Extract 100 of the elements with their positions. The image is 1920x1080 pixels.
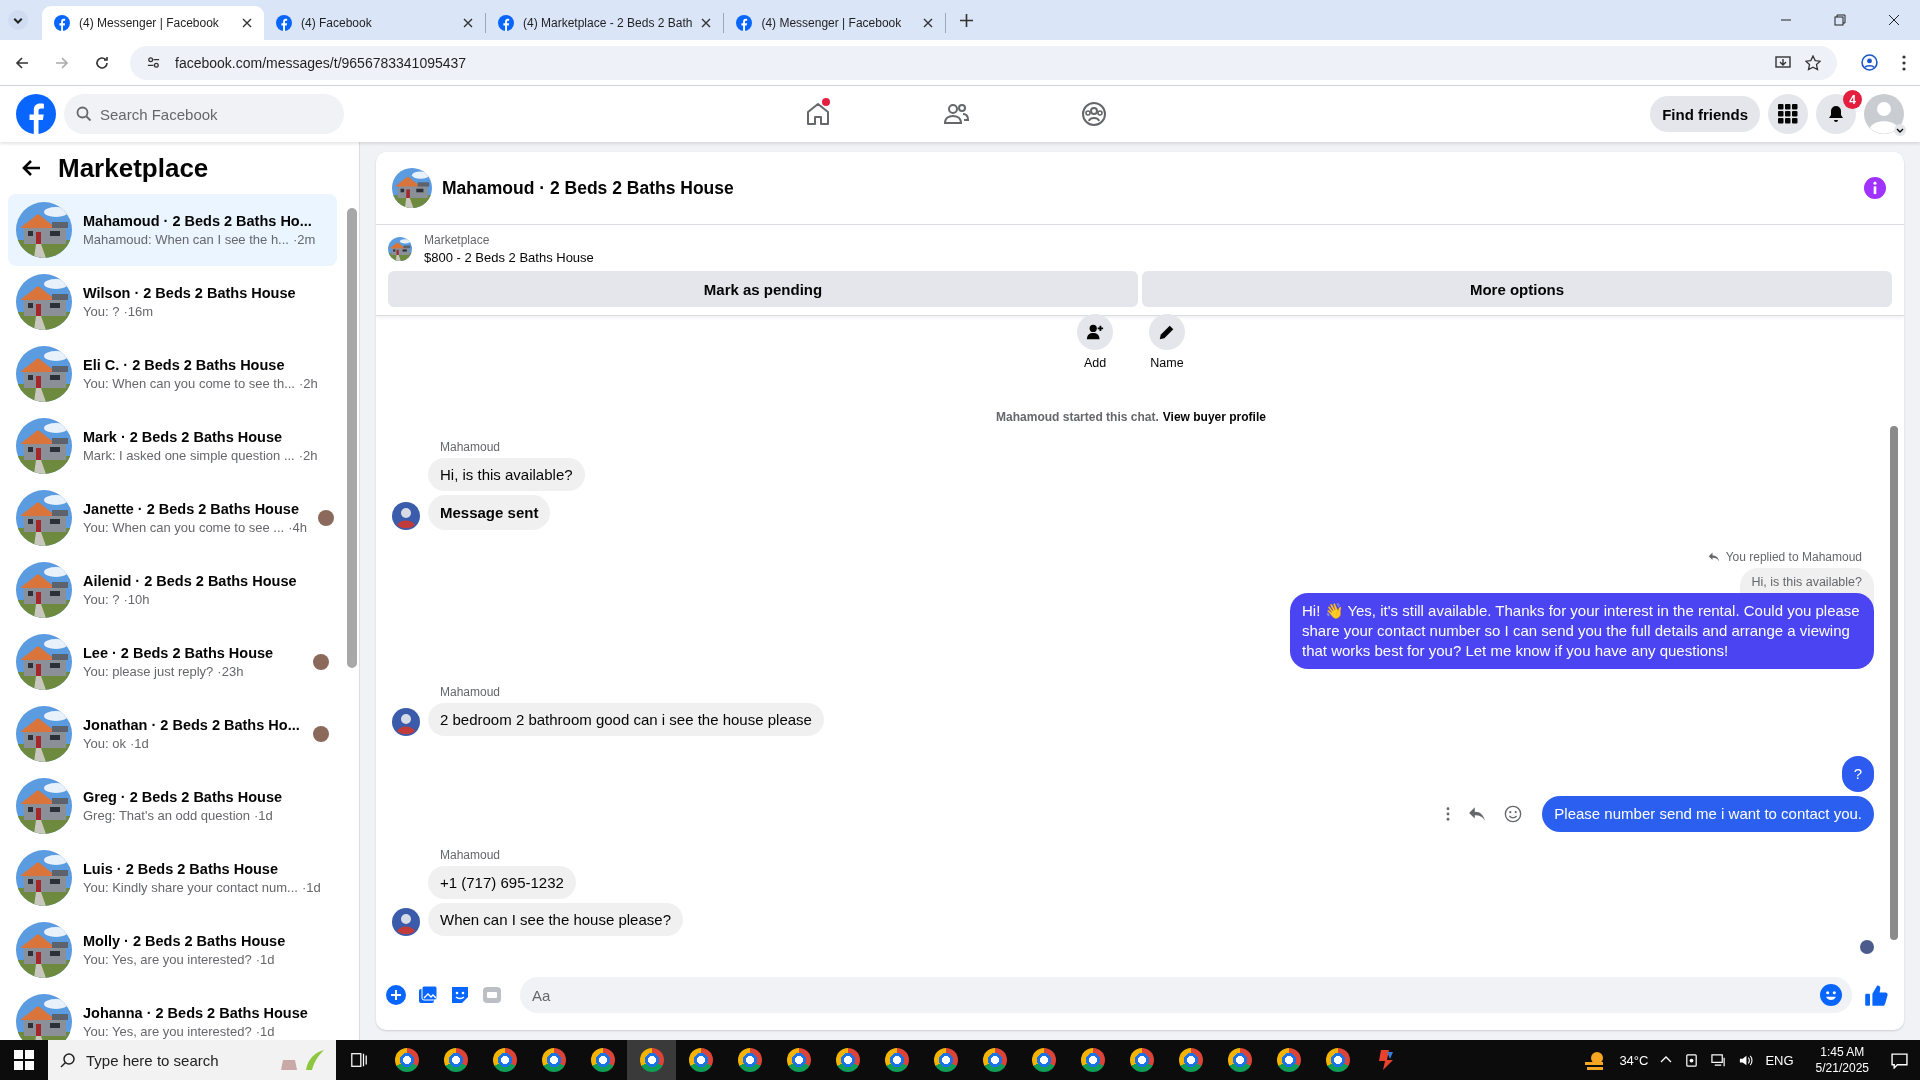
sticker-icon[interactable] [450, 985, 470, 1005]
install-app-icon[interactable] [1775, 54, 1791, 71]
browser-icon [639, 1048, 664, 1072]
pencil-icon [1158, 323, 1176, 341]
speaker-icon[interactable] [1738, 1052, 1754, 1068]
close-icon[interactable] [923, 18, 934, 28]
search-field[interactable]: Search Facebook [64, 94, 344, 134]
timestamp: ·1d [255, 1024, 275, 1039]
taskbar-search-field[interactable]: Type here to search [48, 1040, 336, 1080]
restore-icon[interactable] [1834, 14, 1846, 26]
conversation-item[interactable]: Molly · 2 Beds 2 Baths House You: Yes, are you interested? ·1d [8, 914, 337, 986]
thumbs-up-icon[interactable] [1864, 983, 1888, 1007]
browser-icon [541, 1048, 566, 1072]
listing-action-button[interactable]: Mark as pending [388, 271, 1138, 307]
chat-action-button[interactable]: Add [1077, 314, 1113, 370]
more-options-icon[interactable] [1902, 54, 1906, 71]
browser-icon [737, 1048, 762, 1072]
taskbar-app[interactable] [627, 1040, 676, 1080]
site-settings-icon[interactable] [146, 55, 161, 70]
bell-icon [1826, 104, 1846, 124]
reload-icon[interactable] [94, 54, 110, 71]
emoji-icon[interactable] [1820, 984, 1842, 1006]
browser-icon [835, 1048, 860, 1072]
info-icon[interactable] [1864, 177, 1886, 199]
message-bubble: +1 (717) 695-1232 [428, 865, 576, 899]
chat-action-button[interactable]: Name [1149, 314, 1185, 370]
more-icon[interactable] [1446, 806, 1451, 821]
conversation-item[interactable]: Wilson · 2 Beds 2 Baths House You: ? ·16m [8, 266, 337, 338]
emoji-reaction-icon[interactable] [1504, 804, 1523, 823]
conversation-item[interactable]: Lee · 2 Beds 2 Baths House You: please just reply? ·23h [8, 626, 337, 698]
conversation-title: Janette · 2 Beds 2 Baths House [83, 501, 300, 517]
browser-icon [1227, 1048, 1252, 1072]
sender-name: Mahamoud [440, 847, 502, 862]
bookmark-star-icon[interactable] [1805, 54, 1821, 71]
windows-start-icon[interactable] [14, 1050, 34, 1070]
message-bubble: Hi, is this available? [428, 458, 585, 491]
close-icon[interactable] [463, 18, 473, 28]
message-preview: You: ? [83, 304, 120, 319]
menu-button[interactable] [1768, 94, 1808, 134]
message-bubble: Hi! 👋 Yes, it's still available. Thanks for your interest in the rental. Could you please share your contact number so I can send you the full details and arrange a viewing that works best for you? Let me know if you have any questions! [1290, 593, 1874, 669]
conversation-item[interactable]: Janette · 2 Beds 2 Baths House You: When can you come to see ... ·4h [8, 482, 337, 554]
search-icon [60, 1052, 76, 1068]
close-icon[interactable] [701, 18, 712, 28]
network-icon[interactable] [1711, 1052, 1727, 1068]
task-view-icon[interactable] [350, 1051, 368, 1069]
conversation-item[interactable]: Greg · 2 Beds 2 Baths House Greg: That's an odd question ·1d [8, 770, 337, 842]
back-arrow-icon[interactable] [22, 158, 42, 178]
profile-icon[interactable] [1861, 54, 1878, 71]
close-icon[interactable] [242, 18, 252, 28]
tab-title: (4) Messenger | Facebook [79, 16, 220, 30]
conversation-item[interactable]: Mark · 2 Beds 2 Baths House Mark: I asked one simple question ... ·2h [8, 410, 337, 482]
tray-device-icon[interactable] [1684, 1052, 1700, 1068]
timestamp: ·23h [217, 664, 244, 679]
photo-icon[interactable] [418, 985, 438, 1005]
avatar [392, 707, 420, 736]
seen-avatar [1860, 940, 1874, 954]
avatar-icon [1864, 94, 1904, 134]
conversation-item[interactable]: Jonathan · 2 Beds 2 Baths Ho... You: ok ·1d [8, 698, 337, 770]
browser-tab[interactable]: (4) Messenger | Facebook [42, 6, 264, 40]
browser-icon [786, 1048, 811, 1072]
browser-icon [1031, 1048, 1056, 1072]
temperature: 34°C [1619, 1052, 1649, 1068]
conversation-item[interactable]: Mahamoud · 2 Beds 2 Baths Ho... Mahamoud: When can I see the h... ·2m [8, 194, 337, 266]
new-tab-icon[interactable] [960, 13, 974, 27]
address-bar[interactable]: facebook.com/messages/t/9656783341095437 [130, 45, 1837, 80]
caret-icon [1894, 124, 1906, 136]
avatar [392, 502, 420, 530]
message-preview: Mahamoud: When can I see the h... [83, 232, 289, 247]
browser-icon [884, 1048, 909, 1072]
notifications-button[interactable] [1816, 94, 1856, 134]
tab-search-icon[interactable] [8, 10, 28, 30]
conversation-item[interactable]: Luis · 2 Beds 2 Baths House You: Kindly share your contact num... ·1d [8, 842, 337, 914]
listing-action-button[interactable]: More options [1142, 271, 1892, 307]
close-icon[interactable] [1888, 14, 1900, 26]
input-language[interactable]: ENG [1765, 1052, 1794, 1068]
browser-tab[interactable]: (4) Messenger | Facebook [724, 13, 947, 33]
facebook-logo-icon [276, 15, 292, 31]
browser-icon [688, 1048, 713, 1072]
find-friends-button[interactable]: Find friends [1650, 96, 1760, 132]
timestamp: ·1d [301, 880, 321, 895]
view-buyer-profile-link[interactable]: View buyer profile [1162, 410, 1266, 424]
timestamp: ·1d [254, 808, 273, 823]
groups-icon [1080, 100, 1108, 128]
browser-icon [1276, 1048, 1301, 1072]
conversation-item[interactable]: Eli C. · 2 Beds 2 Baths House You: When can you come to see th... ·2h [8, 338, 337, 410]
conversation-title: Greg · 2 Beds 2 Baths House [83, 789, 284, 805]
notification-center-icon[interactable] [1891, 1051, 1908, 1069]
tab-title: (4) Facebook [301, 16, 373, 30]
tab-title: (4) Messenger | Facebook [761, 16, 903, 30]
clock[interactable]: 1:45 AM 5/21/2025 [1815, 1045, 1869, 1075]
browser-tab[interactable]: (4) Marketplace - 2 Beds 2 Bath [486, 13, 725, 33]
conversation-item[interactable]: Ailenid · 2 Beds 2 Baths House You: ? ·10h [8, 554, 337, 626]
conversation-title: Molly · 2 Beds 2 Baths House [83, 933, 287, 949]
message-preview: Greg: That's an odd question [83, 808, 251, 823]
browser-icon [1080, 1048, 1105, 1072]
browser-tab[interactable]: (4) Facebook [264, 13, 486, 33]
plus-icon[interactable] [386, 985, 406, 1005]
back-icon[interactable] [14, 54, 30, 71]
message-input-field[interactable]: Aa [520, 977, 1852, 1013]
message-preview: You: When can you come to see th... [83, 376, 295, 391]
